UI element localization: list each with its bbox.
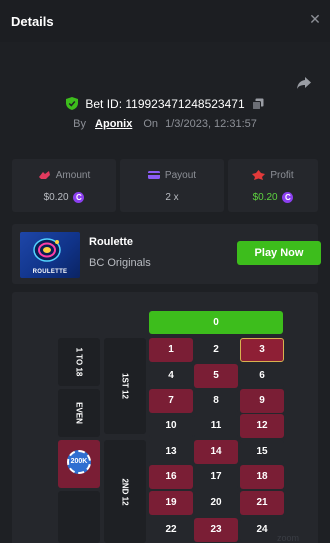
dozen-1st-12-label: 1ST 12	[120, 373, 130, 399]
number-cell-6: 6	[240, 364, 284, 388]
roulette-board: 0 1ST 12 2ND 12 1 TO 18 EVEN 200K 123456…	[12, 292, 318, 543]
number-cell-0: 0	[149, 311, 283, 334]
user-link[interactable]: Aponix	[95, 118, 132, 130]
number-cell-20: 20	[194, 491, 238, 515]
payout-value: 2 x	[165, 192, 179, 203]
game-name: Roulette	[89, 236, 133, 248]
bet-id-row: Bet ID: 119923471248523471	[0, 96, 330, 112]
number-cell-9: 9	[240, 389, 284, 413]
number-cell-8: 8	[194, 389, 238, 413]
dozen-2nd-12: 2ND 12	[104, 440, 146, 543]
bet-date: 1/3/2023, 12:31:57	[165, 118, 257, 130]
number-cell-12: 12	[240, 414, 284, 438]
number-cell-21: 21	[240, 491, 284, 515]
amount-icon	[38, 171, 50, 180]
amount-value: $0.20	[43, 192, 69, 204]
bet-id: Bet ID: 119923471248523471	[85, 96, 245, 111]
payout-icon	[147, 171, 160, 180]
coin-icon: C	[282, 192, 294, 203]
close-icon[interactable]: ✕	[308, 11, 322, 27]
outside-bet-with-chip: 200K	[58, 440, 100, 488]
bet-chip: 200K	[67, 450, 91, 474]
number-cell-4: 4	[149, 364, 193, 388]
number-cell-23: 23	[194, 518, 238, 542]
roulette-wheel-icon	[33, 238, 61, 262]
payout-stat: Payout 2 x	[120, 159, 224, 212]
profit-value: $0.20	[252, 192, 278, 204]
profit-label: Profit	[270, 170, 294, 181]
outside-1-to-18-label: 1 TO 18	[74, 347, 84, 377]
details-header: Details ✕	[0, 0, 330, 42]
on-label: On	[143, 118, 159, 130]
number-cell-3: 3	[240, 338, 284, 362]
number-cell-11: 11	[194, 414, 238, 438]
by-label: By	[73, 118, 86, 130]
number-cell-22: 22	[149, 518, 193, 542]
copy-icon[interactable]	[251, 98, 264, 110]
game-thumbnail-label: ROULETTE	[32, 269, 68, 275]
number-cell-2: 2	[194, 338, 238, 362]
number-cell-16: 16	[149, 465, 193, 489]
number-cell-1: 1	[149, 338, 193, 362]
dozen-1st-12: 1ST 12	[104, 338, 146, 434]
number-cell-15: 15	[240, 440, 284, 464]
outside-1-to-18: 1 TO 18	[58, 338, 100, 386]
number-cell-17: 17	[194, 465, 238, 489]
share-icon[interactable]	[296, 75, 312, 91]
verified-shield-icon	[66, 97, 79, 111]
play-now-button[interactable]: Play Now	[237, 241, 321, 265]
outside-even-label: EVEN	[74, 402, 84, 424]
page-title: Details	[11, 14, 54, 29]
number-cell-5: 5	[194, 364, 238, 388]
payout-label: Payout	[164, 170, 197, 181]
outside-even: EVEN	[58, 389, 100, 437]
number-cell-18: 18	[240, 465, 284, 489]
number-cell-19: 19	[149, 491, 193, 515]
game-thumbnail[interactable]: ROULETTE	[20, 232, 80, 278]
amount-stat: Amount $0.20 C	[12, 159, 116, 212]
bet-author-row: By Aponix On 1/3/2023, 12:31:57	[0, 118, 330, 132]
profit-icon	[252, 170, 266, 181]
number-cell-7: 7	[149, 389, 193, 413]
outside-bet-empty	[58, 491, 100, 543]
watermark: zoom	[277, 533, 300, 543]
profit-stat: Profit $0.20 C	[228, 159, 318, 212]
coin-icon: C	[73, 192, 85, 203]
number-cell-14: 14	[194, 440, 238, 464]
number-cell-13: 13	[149, 440, 193, 464]
number-cell-10: 10	[149, 414, 193, 438]
dozen-2nd-12-label: 2ND 12	[120, 477, 130, 506]
amount-label: Amount	[55, 170, 91, 181]
game-provider: BC Originals	[89, 257, 151, 269]
